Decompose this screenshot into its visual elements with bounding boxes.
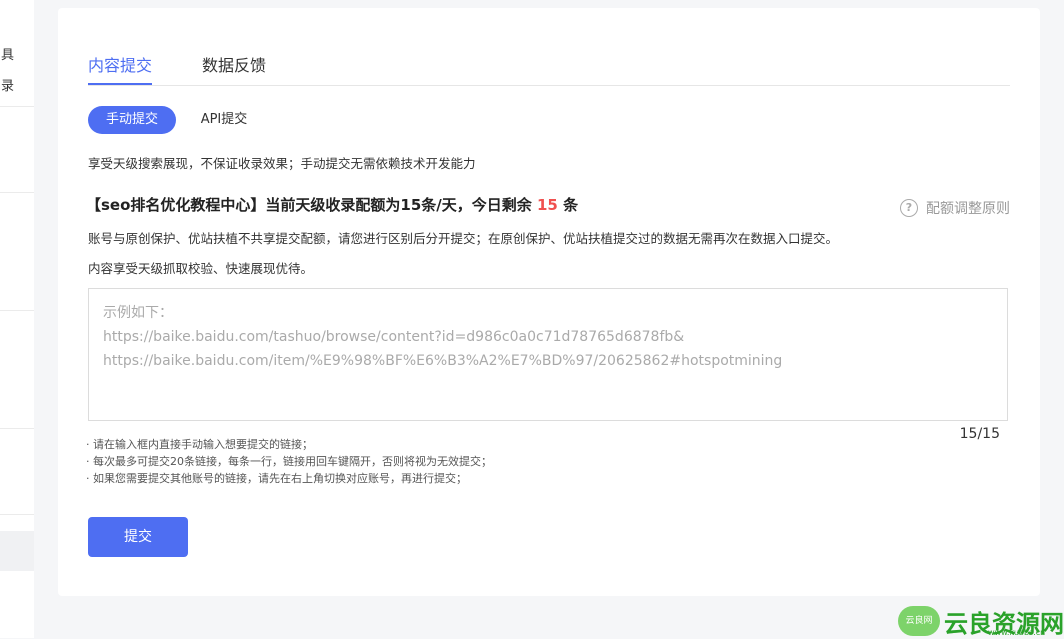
char-counter: 15/15	[959, 426, 1000, 442]
mode-description: 享受天级搜索展现，不保证收录效果；手动提交无需依赖技术开发能力	[88, 156, 476, 171]
tip-item: · 请在输入框内直接手动输入想要提交的链接；	[86, 438, 313, 451]
tip-item: · 每次最多可提交20条链接，每条一行，链接用回车键隔开，否则将视为无效提交；	[86, 455, 492, 468]
quota-suffix: 条	[563, 196, 579, 214]
sidebar-divider	[0, 106, 34, 107]
sidebar: 具 录	[0, 0, 34, 638]
sidebar-divider	[0, 428, 34, 429]
quota-rule-label: 配额调整原则	[926, 201, 1010, 217]
question-circle-icon: ?	[900, 199, 918, 217]
sidebar-divider	[0, 310, 34, 311]
manual-submit-toggle[interactable]: 手动提交	[88, 106, 176, 134]
tab-data-feedback[interactable]: 数据反馈	[202, 52, 266, 85]
protection-note: 账号与原创保护、优站扶植不共享提交配额，请您进行区别后分开提交；在原创保护、优站…	[88, 231, 839, 246]
sidebar-active-item[interactable]	[0, 531, 34, 571]
tab-bar: 内容提交 数据反馈	[88, 52, 1010, 86]
sidebar-item-2[interactable]: 录	[0, 75, 14, 94]
placeholder-line: 示例如下：	[103, 305, 173, 321]
cloud-logo-icon: 云良网	[898, 606, 940, 636]
placeholder-line: https://baike.baidu.com/tashuo/browse/co…	[103, 329, 685, 345]
benefit-note: 内容享受天级抓取校验、快速展现优待。	[88, 261, 314, 276]
content-card: 内容提交 数据反馈 手动提交 API提交 享受天级搜索展现，不保证收录效果；手动…	[58, 8, 1040, 596]
quota-remaining: 15	[537, 196, 558, 214]
tip-item: · 如果您需要提交其他账号的链接，请先在右上角切换对应账号，再进行提交；	[86, 472, 467, 485]
watermark-logo: 云良网 云良资源网 www.kubbs.cn	[898, 604, 1064, 638]
url-input-textarea[interactable]: 示例如下： https://baike.baidu.com/tashuo/bro…	[88, 288, 1008, 421]
submit-button[interactable]: 提交	[88, 517, 188, 557]
sidebar-item-1[interactable]: 具	[0, 44, 14, 63]
placeholder-line: https://baike.baidu.com/item/%E9%98%BF%E…	[103, 353, 783, 369]
sidebar-divider	[0, 514, 34, 515]
quota-heading: 【seo排名优化教程中心】当前天级收录配额为15条/天，今日剩余 15 条	[86, 194, 578, 215]
sidebar-divider	[0, 192, 34, 193]
tab-content-submit[interactable]: 内容提交	[88, 52, 153, 85]
quota-prefix: 【seo排名优化教程中心】当前天级收录配额为15条/天，今日剩余	[86, 196, 532, 214]
quota-rule-link[interactable]: ? 配额调整原则	[900, 198, 1010, 218]
watermark-url: www.kubbs.cn	[988, 628, 1046, 637]
api-submit-toggle[interactable]: API提交	[188, 106, 260, 134]
tips-list: · 请在输入框内直接手动输入想要提交的链接； · 每次最多可提交20条链接，每条…	[86, 436, 492, 487]
